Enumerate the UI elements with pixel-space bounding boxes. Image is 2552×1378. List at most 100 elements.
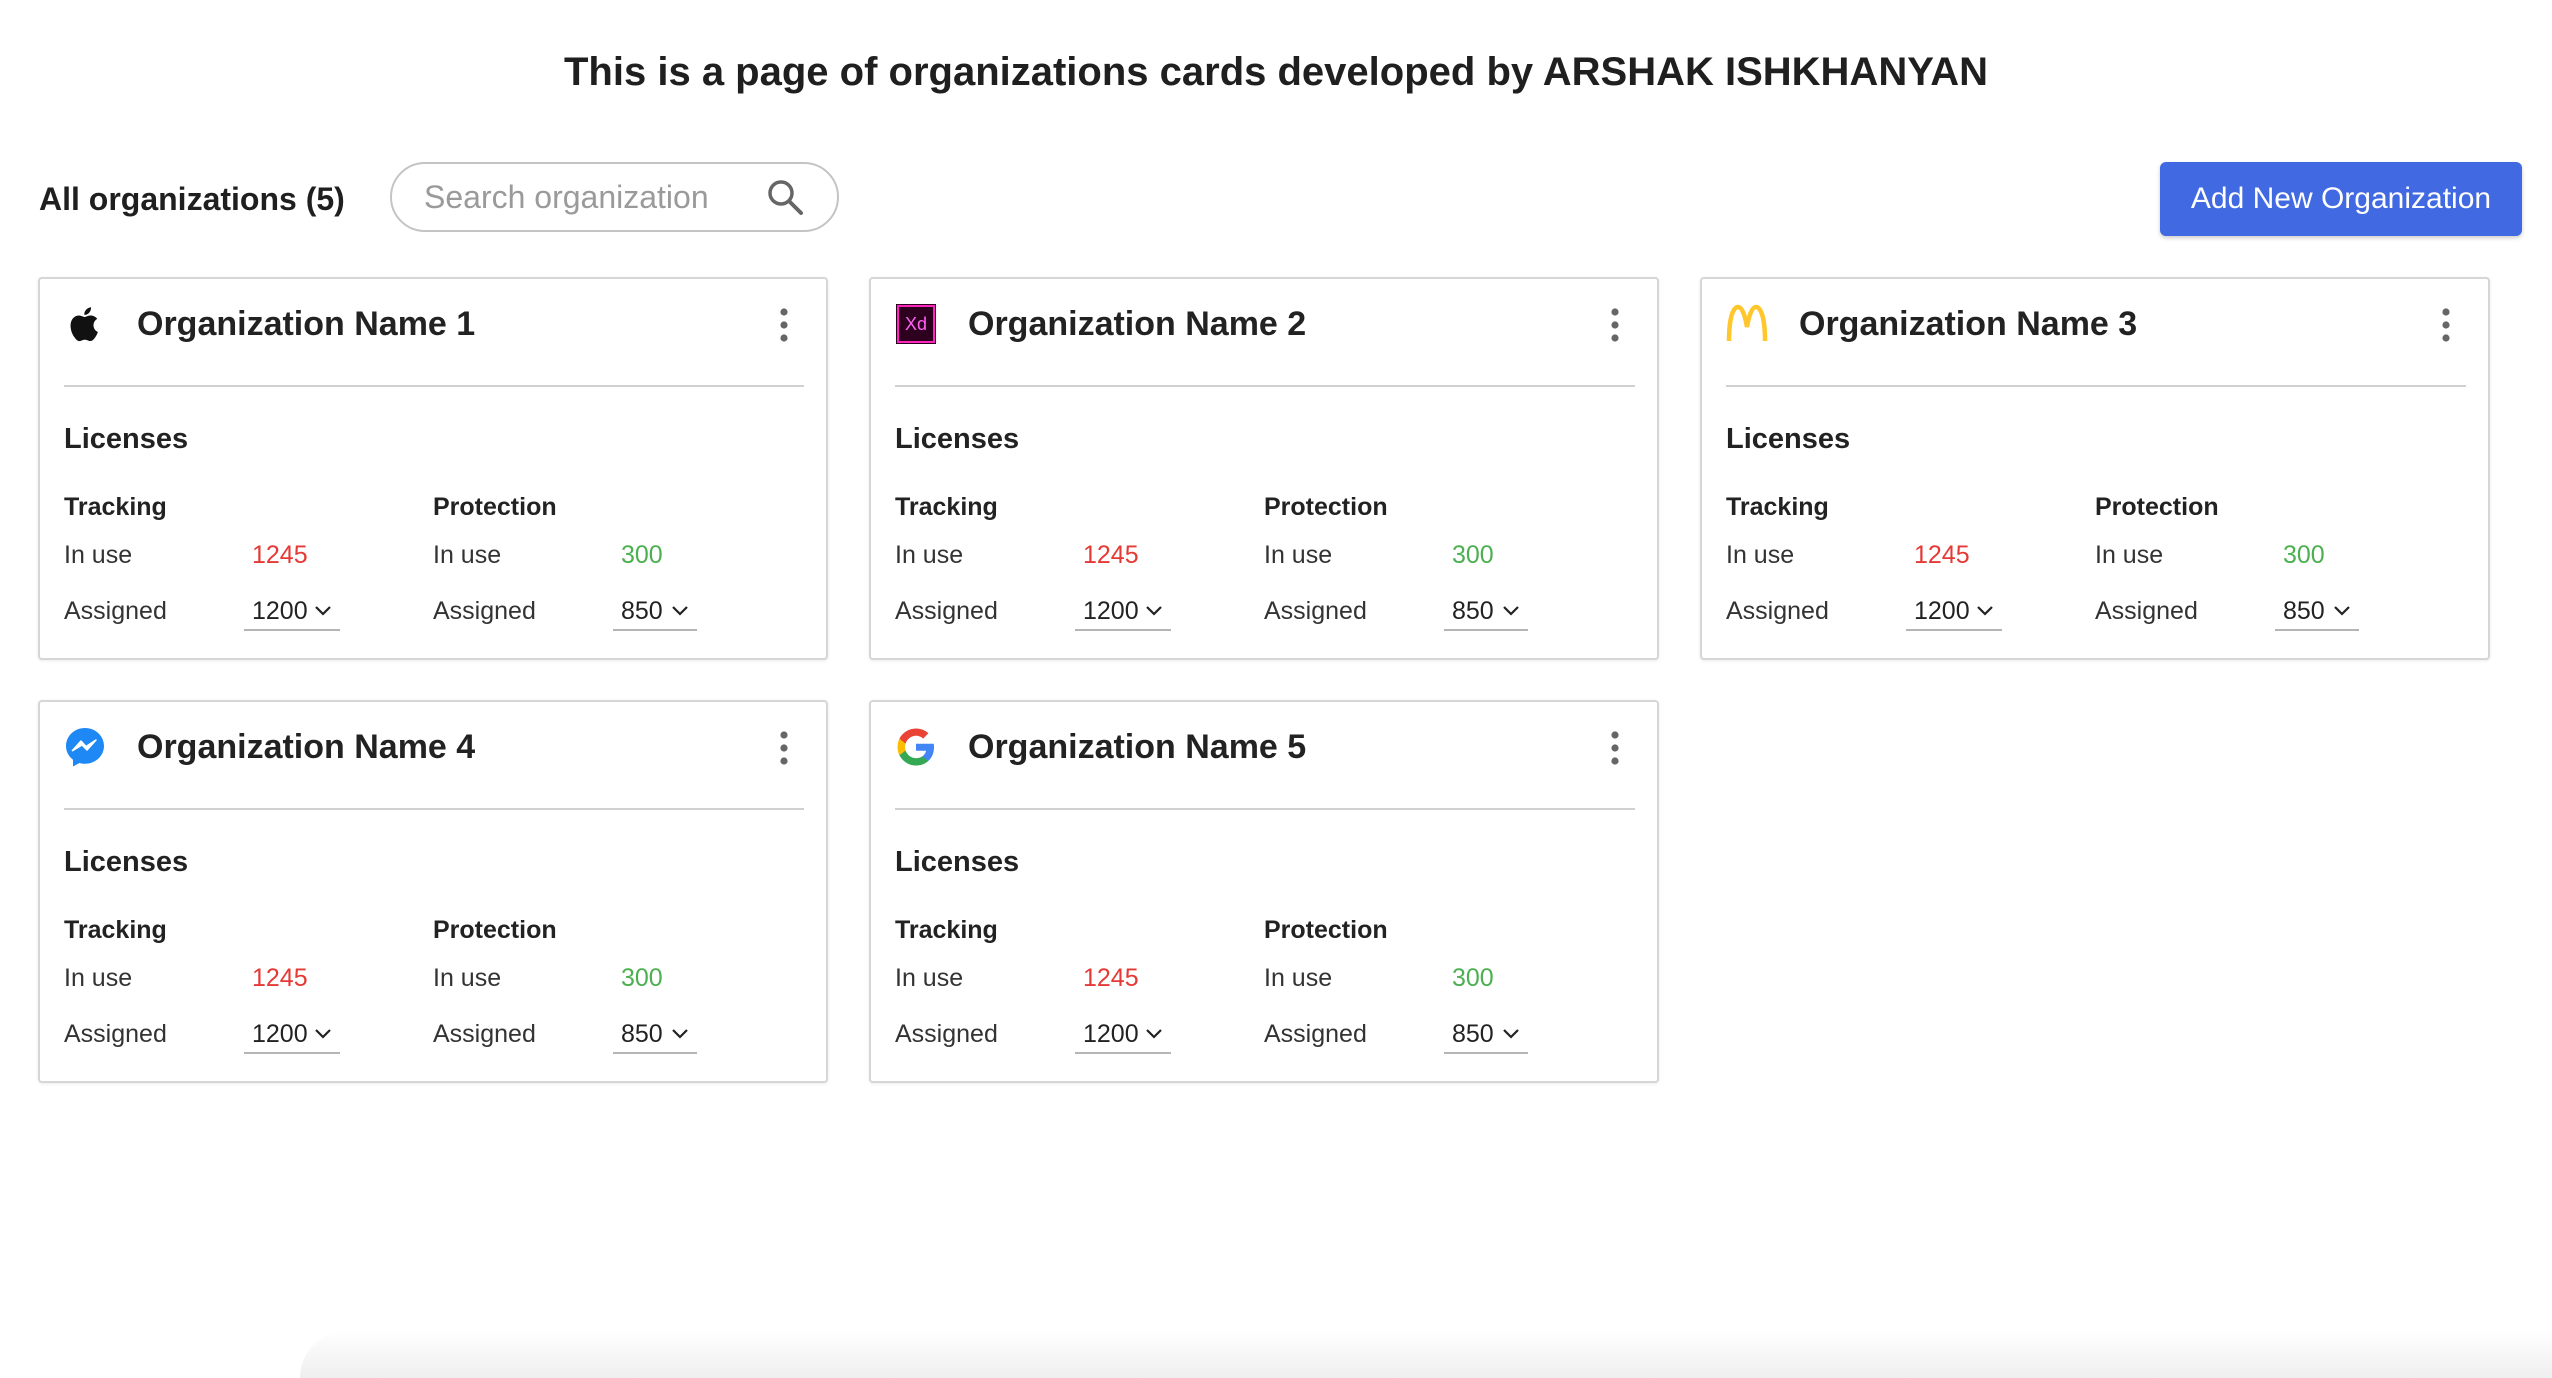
tracking-assigned-select[interactable]: 1200 bbox=[244, 589, 340, 631]
chevron-down-icon bbox=[672, 1029, 688, 1039]
mcdonalds-logo-icon bbox=[1726, 304, 1768, 342]
google-logo-icon bbox=[897, 728, 934, 766]
protection-title: Protection bbox=[433, 916, 557, 944]
in-use-label: In use bbox=[895, 964, 964, 992]
more-options-icon[interactable] bbox=[1605, 730, 1625, 766]
protection-assigned-select[interactable]: 850 bbox=[1444, 1012, 1528, 1054]
assigned-label: Assigned bbox=[64, 1020, 167, 1048]
all-organizations-count: All organizations (5) bbox=[39, 181, 345, 217]
tracking-title: Tracking bbox=[895, 916, 998, 944]
protection-in-use-value: 300 bbox=[621, 541, 663, 569]
assigned-label: Assigned bbox=[433, 1020, 536, 1048]
tracking-assigned-value: 1200 bbox=[1083, 597, 1139, 625]
card-header: Organization Name 3 bbox=[1726, 279, 2466, 387]
protection-assigned-select[interactable]: 850 bbox=[613, 1012, 697, 1054]
in-use-label: In use bbox=[1264, 964, 1333, 992]
tracking-title: Tracking bbox=[64, 916, 167, 944]
tracking-assigned-value: 1200 bbox=[252, 1020, 308, 1048]
organization-card: Organization Name 3 Licenses Tracking In… bbox=[1700, 277, 2490, 660]
toolbar: All organizations (5) Add New Organizati… bbox=[0, 162, 2552, 236]
in-use-label: In use bbox=[1726, 541, 1795, 569]
more-options-icon[interactable] bbox=[2436, 307, 2456, 343]
chevron-down-icon bbox=[2334, 606, 2350, 616]
tracking-assigned-value: 1200 bbox=[1914, 597, 1970, 625]
more-options-icon[interactable] bbox=[774, 730, 794, 766]
protection-assigned-value: 850 bbox=[1452, 597, 1494, 625]
organization-card: Organization Name 5 Licenses Tracking In… bbox=[869, 700, 1659, 1083]
card-header: Organization Name 1 bbox=[64, 279, 804, 387]
assigned-label: Assigned bbox=[1264, 1020, 1367, 1048]
chevron-down-icon bbox=[1503, 1029, 1519, 1039]
chevron-down-icon bbox=[1146, 1029, 1162, 1039]
tracking-assigned-select[interactable]: 1200 bbox=[244, 1012, 340, 1054]
protection-title: Protection bbox=[433, 493, 557, 521]
protection-assigned-value: 850 bbox=[1452, 1020, 1494, 1048]
in-use-label: In use bbox=[895, 541, 964, 569]
bottom-shadow bbox=[300, 1330, 2552, 1378]
protection-assigned-select[interactable]: 850 bbox=[1444, 589, 1528, 631]
page-title: This is a page of organizations cards de… bbox=[564, 50, 1988, 94]
licenses-heading: Licenses bbox=[1726, 423, 1851, 455]
assigned-label: Assigned bbox=[433, 597, 536, 625]
organization-name: Organization Name 3 bbox=[1799, 305, 2138, 343]
licenses-heading: Licenses bbox=[895, 423, 1020, 455]
assigned-label: Assigned bbox=[1726, 597, 1829, 625]
assigned-label: Assigned bbox=[895, 597, 998, 625]
protection-assigned-select[interactable]: 850 bbox=[2275, 589, 2359, 631]
chevron-down-icon bbox=[672, 606, 688, 616]
chevron-down-icon bbox=[1977, 606, 1993, 616]
protection-assigned-value: 850 bbox=[621, 1020, 663, 1048]
assigned-label: Assigned bbox=[895, 1020, 998, 1048]
add-new-organization-button[interactable]: Add New Organization bbox=[2160, 162, 2522, 236]
organization-name: Organization Name 2 bbox=[968, 305, 1307, 343]
chevron-down-icon bbox=[1503, 606, 1519, 616]
organization-card: Xd Organization Name 2 Licenses Tracking… bbox=[869, 277, 1659, 660]
protection-in-use-value: 300 bbox=[621, 964, 663, 992]
messenger-logo-icon bbox=[66, 728, 104, 767]
in-use-label: In use bbox=[2095, 541, 2164, 569]
tracking-title: Tracking bbox=[64, 493, 167, 521]
protection-title: Protection bbox=[1264, 493, 1388, 521]
tracking-assigned-select[interactable]: 1200 bbox=[1906, 589, 2002, 631]
protection-assigned-value: 850 bbox=[2283, 597, 2325, 625]
protection-title: Protection bbox=[2095, 493, 2219, 521]
chevron-down-icon bbox=[1146, 606, 1162, 616]
tracking-assigned-select[interactable]: 1200 bbox=[1075, 589, 1171, 631]
tracking-in-use-value: 1245 bbox=[252, 541, 308, 569]
tracking-in-use-value: 1245 bbox=[1083, 541, 1139, 569]
card-header: Organization Name 5 bbox=[895, 702, 1635, 810]
assigned-label: Assigned bbox=[64, 597, 167, 625]
search-input[interactable] bbox=[424, 172, 744, 222]
tracking-in-use-value: 1245 bbox=[1914, 541, 1970, 569]
organization-card: Organization Name 1 Licenses Tracking In… bbox=[38, 277, 828, 660]
licenses-heading: Licenses bbox=[64, 423, 189, 455]
protection-in-use-value: 300 bbox=[2283, 541, 2325, 569]
tracking-in-use-value: 1245 bbox=[1083, 964, 1139, 992]
more-options-icon[interactable] bbox=[774, 307, 794, 343]
tracking-in-use-value: 1245 bbox=[252, 964, 308, 992]
search-icon[interactable] bbox=[765, 177, 805, 217]
in-use-label: In use bbox=[1264, 541, 1333, 569]
licenses-heading: Licenses bbox=[895, 846, 1020, 878]
card-header: Organization Name 4 bbox=[64, 702, 804, 810]
adobe-xd-logo-icon: Xd bbox=[896, 304, 936, 344]
organization-name: Organization Name 4 bbox=[137, 728, 476, 766]
tracking-assigned-select[interactable]: 1200 bbox=[1075, 1012, 1171, 1054]
more-options-icon[interactable] bbox=[1605, 307, 1625, 343]
chevron-down-icon bbox=[315, 606, 331, 616]
protection-in-use-value: 300 bbox=[1452, 964, 1494, 992]
tracking-assigned-value: 1200 bbox=[1083, 1020, 1139, 1048]
assigned-label: Assigned bbox=[1264, 597, 1367, 625]
in-use-label: In use bbox=[64, 964, 133, 992]
chevron-down-icon bbox=[315, 1029, 331, 1039]
protection-assigned-select[interactable]: 850 bbox=[613, 589, 697, 631]
licenses-heading: Licenses bbox=[64, 846, 189, 878]
organization-card: Organization Name 4 Licenses Tracking In… bbox=[38, 700, 828, 1083]
protection-title: Protection bbox=[1264, 916, 1388, 944]
tracking-title: Tracking bbox=[1726, 493, 1829, 521]
organization-name: Organization Name 1 bbox=[137, 305, 476, 343]
organization-name: Organization Name 5 bbox=[968, 728, 1307, 766]
search-box[interactable] bbox=[390, 162, 839, 232]
protection-in-use-value: 300 bbox=[1452, 541, 1494, 569]
in-use-label: In use bbox=[433, 964, 502, 992]
